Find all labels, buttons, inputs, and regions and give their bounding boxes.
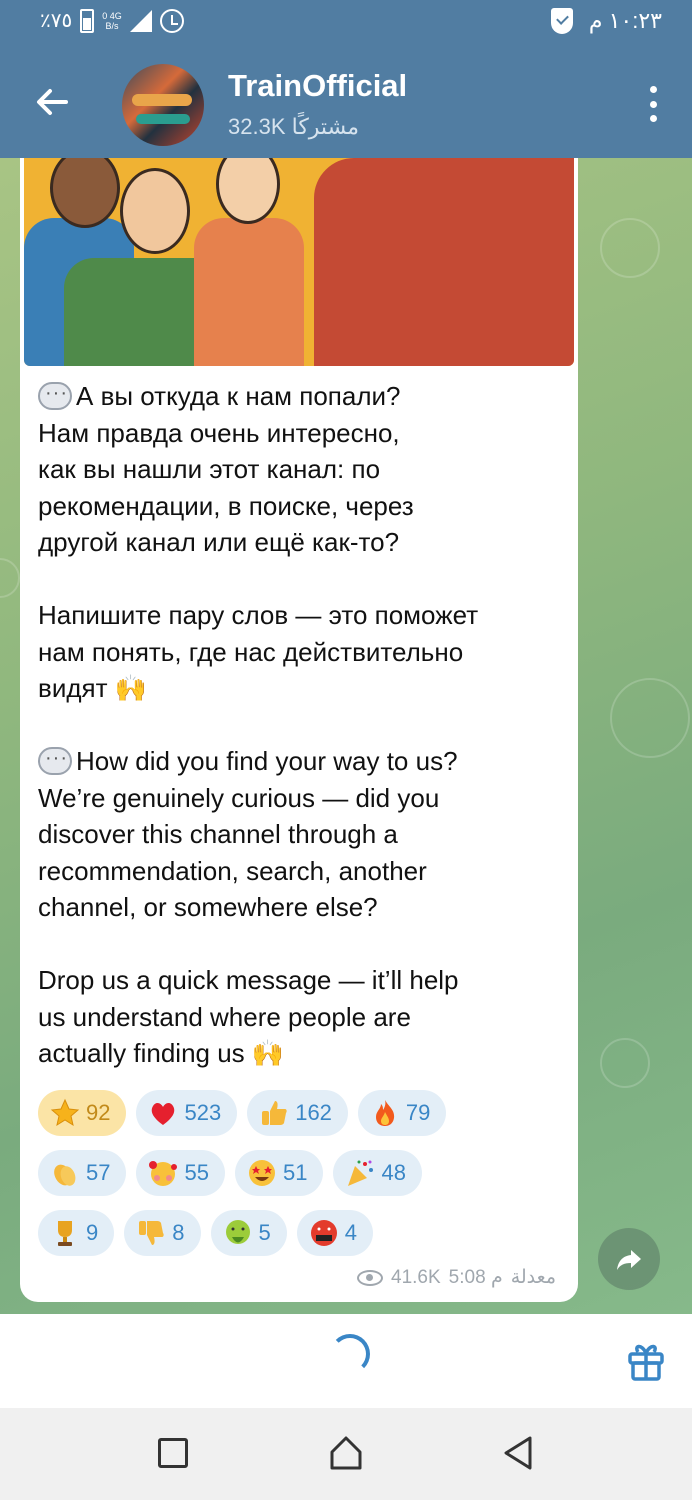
reaction-trophy[interactable]: 9 [38, 1210, 115, 1256]
post-text: А вы откуда к нам попали? Нам правда оче… [38, 375, 568, 1072]
subscriber-count: 32.3K مشتركًا [228, 114, 359, 139]
signal-icon [129, 9, 152, 32]
channel-avatar[interactable] [122, 64, 204, 146]
network-speed: 0 4G B/s [102, 10, 122, 31]
bottom-bar [0, 1314, 692, 1408]
nauseated-icon [225, 1220, 250, 1244]
reaction-fire[interactable]: 79 [357, 1090, 447, 1136]
battery-percent: ٪٧٥ [40, 10, 73, 32]
views-eye-icon [357, 1269, 384, 1286]
thumbs-up-icon [262, 1101, 287, 1125]
party-popper-icon [348, 1160, 374, 1186]
reaction-party-popper[interactable]: 48 [333, 1150, 422, 1196]
post-time: 5:08 م [448, 1267, 503, 1288]
reaction-smiling-hearts[interactable]: 55 [136, 1150, 225, 1196]
reaction-thumbs-up[interactable]: 162 [247, 1090, 348, 1136]
fire-icon [375, 1100, 395, 1126]
system-nav-bar [0, 1408, 692, 1500]
reaction-swearing[interactable]: 4 [296, 1210, 373, 1256]
reactions: 92 523 162 79 57 55 51 48 9 8 5 4 [38, 1090, 568, 1270]
post-meta: 41.6K 5:08 م معدلة [357, 1266, 556, 1289]
trophy-icon [58, 1221, 72, 1246]
reaction-star-struck[interactable]: 51 [234, 1150, 324, 1196]
nav-back-icon[interactable] [500, 1434, 536, 1472]
reaction-star[interactable]: 92 [38, 1090, 127, 1136]
share-forward-icon[interactable] [598, 1228, 660, 1290]
reaction-clap[interactable]: 57 [38, 1150, 127, 1196]
loading-spinner-icon [330, 1334, 370, 1374]
star-icon [50, 1098, 80, 1127]
view-count: 41.6K [391, 1266, 441, 1288]
chat-header: TrainOfficial 32.3K مشتركًا [0, 44, 692, 158]
post-image[interactable] [24, 158, 574, 366]
swearing-face-icon [310, 1220, 337, 1246]
smiling-hearts-icon [149, 1161, 178, 1186]
reaction-thumbs-down[interactable]: 8 [124, 1210, 201, 1256]
recents-icon[interactable] [158, 1438, 188, 1468]
battery-icon [80, 8, 95, 33]
channel-title[interactable]: TrainOfficial [228, 68, 407, 104]
edited-label: معدلة [510, 1267, 556, 1288]
reaction-nauseated[interactable]: 5 [210, 1210, 287, 1256]
reaction-heart[interactable]: 523 [136, 1090, 238, 1136]
speech-bubble-icon [38, 740, 72, 777]
alarm-icon [159, 8, 184, 33]
home-icon[interactable] [328, 1434, 364, 1472]
status-bar: ٪٧٥ 0 4G B/s ١٠:٢٣ م [0, 0, 692, 44]
gift-icon[interactable] [626, 1338, 666, 1382]
status-time: ١٠:٢٣ م [588, 8, 662, 33]
star-struck-icon [248, 1160, 275, 1186]
heart-icon [152, 1103, 175, 1125]
channel-post: А вы откуда к нам попали? Нам правда оче… [20, 158, 578, 1302]
back-arrow-icon[interactable] [30, 80, 74, 124]
more-menu-icon[interactable] [648, 86, 658, 122]
clap-icon [54, 1164, 76, 1186]
shield-icon [550, 8, 573, 34]
speech-bubble-icon [38, 375, 72, 412]
thumbs-down-icon [139, 1221, 164, 1245]
